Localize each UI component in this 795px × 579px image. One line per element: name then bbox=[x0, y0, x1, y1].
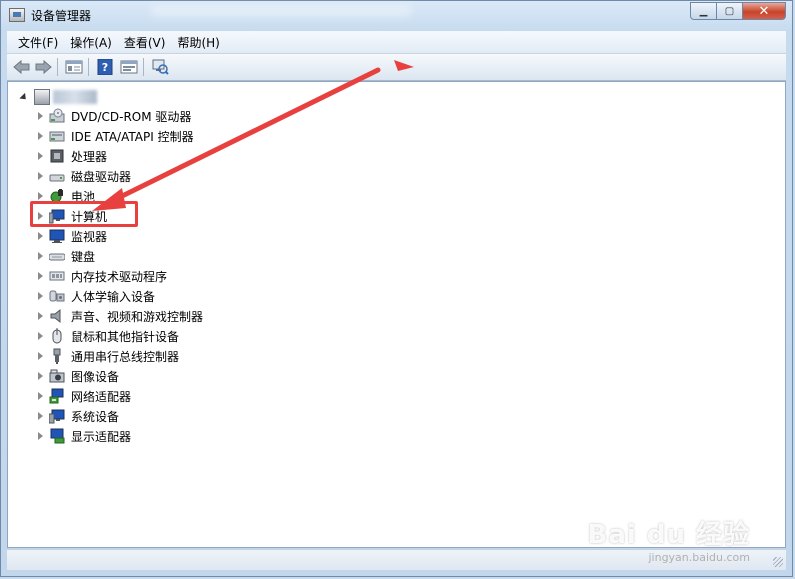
watermark-url: jingyan.baidu.com bbox=[648, 551, 750, 564]
annotation-arrow-tail bbox=[394, 60, 414, 71]
annotation-arrow-line bbox=[105, 67, 381, 206]
watermark-main-text: Bai du 经验 bbox=[587, 520, 750, 550]
baidu-watermark: Bai du 经验 jingyan.baidu.com bbox=[588, 514, 751, 564]
annotation-arrow-head bbox=[92, 188, 126, 211]
annotation-arrow-layer bbox=[92, 60, 414, 211]
